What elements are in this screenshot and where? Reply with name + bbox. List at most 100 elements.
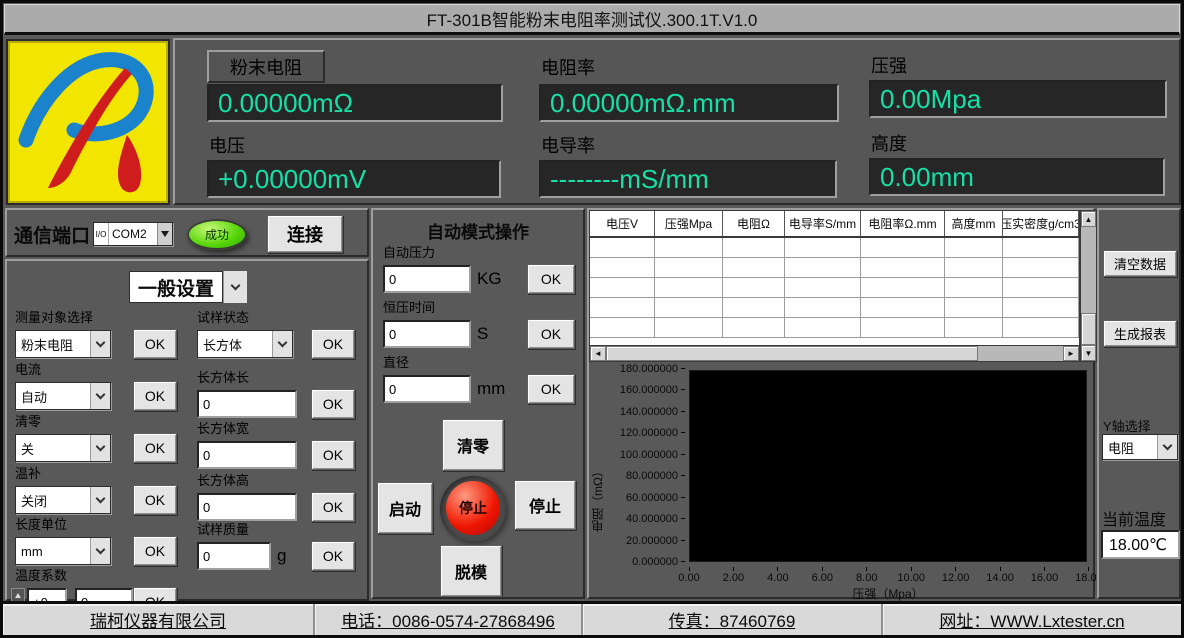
cuboid-width-ok-button[interactable]: OK bbox=[311, 440, 355, 470]
setting-label: 温补 bbox=[15, 463, 177, 482]
emergency-stop-button[interactable]: 停止 bbox=[446, 481, 500, 535]
y-axis-select[interactable]: 电阻 bbox=[1102, 434, 1178, 460]
setting-row-cuboid-width: 长方体宽 OK bbox=[197, 418, 355, 470]
chevron-down-icon[interactable] bbox=[90, 538, 110, 564]
chevron-down-icon[interactable] bbox=[90, 383, 110, 409]
pressure-display: 0.00Mpa bbox=[869, 80, 1167, 118]
y-tick-label: 120.000000 bbox=[620, 427, 685, 440]
zeroing-ok-button[interactable]: OK bbox=[133, 433, 177, 463]
scroll-up-icon[interactable]: ▲ bbox=[1081, 211, 1096, 227]
dropdown-arrow-icon[interactable] bbox=[157, 223, 172, 245]
table-cell bbox=[945, 318, 1003, 338]
diameter-row: 直径 mm OK bbox=[383, 352, 575, 404]
auto-pressure-input[interactable] bbox=[383, 265, 471, 293]
temp-comp-ok-button[interactable]: OK bbox=[133, 485, 177, 515]
measure-object-select[interactable]: 粉末电阻 bbox=[15, 330, 111, 358]
chevron-down-icon[interactable] bbox=[272, 331, 292, 357]
setting-label: 试样质量 bbox=[197, 519, 355, 538]
length-unit-select[interactable]: mm bbox=[15, 537, 111, 565]
x-tick-label: 2.00 bbox=[711, 567, 755, 584]
table-cell bbox=[655, 258, 723, 278]
logo-panel bbox=[6, 39, 170, 205]
horizontal-scrollbar[interactable]: ◄ ► bbox=[589, 345, 1080, 362]
resistivity-label: 电阻率 bbox=[541, 54, 595, 80]
cuboid-length-input[interactable] bbox=[197, 390, 297, 418]
sample-shape-select[interactable]: 长方体 bbox=[197, 330, 293, 358]
table-cell bbox=[590, 298, 655, 318]
diameter-ok-button[interactable]: OK bbox=[527, 374, 575, 404]
sample-mass-input[interactable] bbox=[197, 542, 271, 570]
setting-label: 测量对象选择 bbox=[15, 307, 177, 326]
x-tick-label: 4.00 bbox=[756, 567, 800, 584]
setting-label: 恒压时间 bbox=[383, 297, 575, 316]
window-title: FT-301B智能粉末电阻率测试仪.300.1T.V1.0 bbox=[427, 6, 758, 31]
x-tick-label: 6.00 bbox=[800, 567, 844, 584]
length-unit-ok-button[interactable]: OK bbox=[133, 536, 177, 566]
table-cell bbox=[655, 318, 723, 338]
hold-time-ok-button[interactable]: OK bbox=[527, 319, 575, 349]
generate-report-button[interactable]: 生成报表 bbox=[1103, 320, 1177, 347]
scroll-left-icon[interactable]: ◄ bbox=[590, 346, 606, 361]
diameter-input[interactable] bbox=[383, 375, 471, 403]
demold-button[interactable]: 脱模 bbox=[440, 545, 502, 597]
current-select[interactable]: 自动 bbox=[15, 382, 111, 410]
title-bar: FT-301B智能粉末电阻率测试仪.300.1T.V1.0 bbox=[4, 4, 1180, 35]
temp-comp-select[interactable]: 关闭 bbox=[15, 486, 111, 514]
setting-label: 长方体高 bbox=[197, 470, 355, 489]
select-value: 电阻 bbox=[1103, 435, 1157, 459]
y-axis-select-label: Y轴选择 bbox=[1103, 416, 1151, 435]
auto-pressure-ok-button[interactable]: OK bbox=[527, 264, 575, 294]
table-cell bbox=[1003, 278, 1079, 298]
cuboid-height-input[interactable] bbox=[197, 493, 297, 521]
hold-time-input[interactable] bbox=[383, 320, 471, 348]
sample-mass-ok-button[interactable]: OK bbox=[311, 541, 355, 571]
scroll-right-icon[interactable]: ► bbox=[1063, 346, 1079, 361]
cuboid-height-ok-button[interactable]: OK bbox=[311, 492, 355, 522]
chevron-down-icon[interactable] bbox=[90, 487, 110, 513]
table-header-cell: 电导率S/mm bbox=[785, 211, 861, 236]
chevron-down-icon[interactable] bbox=[223, 271, 247, 303]
cuboid-width-input[interactable] bbox=[197, 441, 297, 469]
table-cell bbox=[590, 318, 655, 338]
table-cell bbox=[655, 238, 723, 258]
chevron-down-icon[interactable] bbox=[90, 331, 110, 357]
vertical-scroll-thumb[interactable] bbox=[1081, 313, 1096, 345]
scroll-down-icon[interactable]: ▼ bbox=[1081, 345, 1096, 361]
chevron-down-icon[interactable] bbox=[90, 435, 110, 461]
status-led: 成功 bbox=[187, 219, 247, 250]
preset-select[interactable]: 一般设置 bbox=[129, 271, 247, 303]
clear-data-button[interactable]: 清空数据 bbox=[1103, 250, 1177, 277]
chevron-down-icon[interactable] bbox=[1157, 435, 1177, 459]
zero-button[interactable]: 清零 bbox=[442, 419, 504, 471]
start-button[interactable]: 启动 bbox=[377, 482, 433, 534]
measure-object-ok-button[interactable]: OK bbox=[133, 329, 177, 359]
table-cell bbox=[945, 278, 1003, 298]
cuboid-length-ok-button[interactable]: OK bbox=[311, 389, 355, 419]
x-tick-label: 12.00 bbox=[934, 567, 978, 584]
current-temp-label: 当前温度 bbox=[1102, 506, 1166, 530]
resistance-pressure-chart: 电阻（mΩ） 180.000000160.000000140.000000120… bbox=[589, 362, 1097, 601]
current-ok-button[interactable]: OK bbox=[133, 381, 177, 411]
setting-row-length-unit: 长度单位 mm OK bbox=[15, 514, 177, 566]
table-cell bbox=[590, 278, 655, 298]
vertical-scroll-track[interactable] bbox=[1081, 227, 1096, 313]
powder-resistance-display: 0.00000mΩ bbox=[207, 84, 503, 122]
setting-label: 长度单位 bbox=[15, 514, 177, 533]
vertical-scrollbar[interactable]: ▲ ▼ bbox=[1080, 210, 1097, 362]
zeroing-select[interactable]: 关 bbox=[15, 434, 111, 462]
horizontal-scroll-track[interactable] bbox=[978, 346, 1063, 361]
y-tick-label: 40.000000 bbox=[626, 513, 685, 526]
table-cell bbox=[723, 238, 785, 258]
stop-button[interactable]: 停止 bbox=[514, 480, 576, 530]
sample-shape-ok-button[interactable]: OK bbox=[311, 329, 355, 359]
x-tick-label: 14.00 bbox=[978, 567, 1022, 584]
data-panel: 电压V压强Mpa电阻Ω电导率S/mm电阻率Ω.mm高度mm压实密度g/cm3 ◄… bbox=[587, 208, 1095, 599]
connect-button[interactable]: 连接 bbox=[267, 215, 343, 253]
y-tick-label: 140.000000 bbox=[620, 406, 685, 419]
stepper-up-button[interactable] bbox=[11, 588, 25, 602]
plot-area bbox=[689, 370, 1087, 562]
horizontal-scroll-thumb[interactable] bbox=[606, 346, 978, 361]
com-port-select[interactable]: I/O COM2 bbox=[93, 222, 173, 246]
table-cell bbox=[1003, 238, 1079, 258]
table-main: 电压V压强Mpa电阻Ω电导率S/mm电阻率Ω.mm高度mm压实密度g/cm3 ◄… bbox=[589, 210, 1080, 362]
